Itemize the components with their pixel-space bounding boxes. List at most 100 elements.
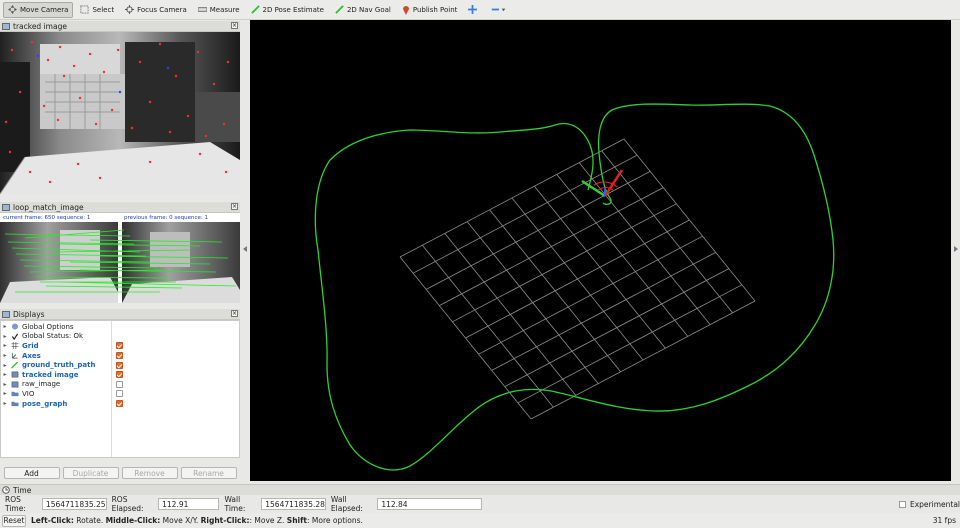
experimental-option[interactable]: Experimental xyxy=(898,499,960,509)
display-checkbox[interactable] xyxy=(116,400,123,408)
display-label: VIO xyxy=(22,389,35,398)
display-row-vio[interactable]: ▸ VIO xyxy=(1,389,239,399)
render-viewport[interactable] xyxy=(250,20,951,481)
display-row-grid[interactable]: ▸ Grid xyxy=(1,341,239,351)
remove-tool-menu[interactable] xyxy=(487,2,514,18)
add-tool-button[interactable] xyxy=(464,2,484,18)
add-button[interactable]: Add xyxy=(3,467,60,479)
move-camera-icon xyxy=(8,5,17,14)
dock-splitter[interactable] xyxy=(240,20,250,482)
wall-time-label: Wall Time: xyxy=(224,495,246,513)
left-dock: tracked image × loop_match_image × curre… xyxy=(0,20,240,482)
grid-line xyxy=(601,150,733,314)
loop-match-previous: previous frame: 0 sequence: 1 xyxy=(124,214,209,221)
rename-button[interactable]: Rename xyxy=(180,467,237,479)
tracked-image-panel-title: tracked image × xyxy=(0,21,240,32)
grid-line xyxy=(478,235,703,355)
display-label: ground_truth_path xyxy=(22,361,96,370)
display-label: raw_image xyxy=(22,380,61,389)
select-label: Select xyxy=(92,5,115,14)
time-row: ROS Time: 1564711835.25 ROS Elapsed: 112… xyxy=(0,495,960,513)
expand-arrow-icon[interactable]: ▸ xyxy=(1,352,9,359)
wall-time-field[interactable]: 1564711835.28 xyxy=(261,498,326,510)
loop-match-current: current frame: 650 sequence: 1 xyxy=(3,214,91,221)
display-row-pose-graph[interactable]: ▸ pose_graph xyxy=(1,399,239,409)
expand-arrow-icon[interactable]: ▸ xyxy=(1,390,9,397)
expand-arrow-icon[interactable]: ▸ xyxy=(1,323,9,330)
display-row-raw-image[interactable]: ▸ raw_image xyxy=(1,380,239,390)
display-label: pose_graph xyxy=(22,399,68,408)
tracked-image-view xyxy=(0,32,240,194)
remove-button[interactable]: Remove xyxy=(121,467,178,479)
grid-line xyxy=(465,219,690,339)
expand-arrow-icon[interactable]: ▸ xyxy=(1,381,9,388)
expand-arrow-icon[interactable]: ▸ xyxy=(1,362,9,369)
right-click-desc: : Move Z. xyxy=(249,516,287,525)
crosshair-icon xyxy=(468,5,478,14)
time-title: Time xyxy=(13,485,32,495)
publish-point-icon xyxy=(402,5,409,15)
focus-camera-label: Focus Camera xyxy=(137,5,187,14)
grid-lines xyxy=(399,138,756,420)
expand-arrow-icon[interactable]: ▸ xyxy=(1,342,9,349)
grid-line xyxy=(578,162,711,325)
duplicate-button[interactable]: Duplicate xyxy=(62,467,119,479)
select-tool[interactable]: Select xyxy=(76,2,118,18)
display-checkbox[interactable] xyxy=(116,371,123,379)
middle-click-hint: Middle-Click: xyxy=(105,516,161,525)
experimental-checkbox[interactable] xyxy=(898,500,906,508)
display-checkbox[interactable] xyxy=(116,380,123,388)
close-icon[interactable]: × xyxy=(231,203,238,210)
expand-arrow-icon[interactable]: ▸ xyxy=(1,400,9,407)
ros-time-label: ROS Time: xyxy=(5,495,26,513)
ros-time-field[interactable]: 1564711835.25 xyxy=(41,498,107,510)
measure-icon xyxy=(197,7,207,12)
display-buttons: Add Duplicate Remove Rename xyxy=(0,464,240,482)
display-row-axes[interactable]: ▸ Axes xyxy=(1,351,239,361)
loop-match-panel-title: loop_match_image × xyxy=(0,202,240,213)
grid-line xyxy=(517,284,743,404)
right-dock-edge[interactable] xyxy=(951,20,960,482)
display-label: Global Options xyxy=(22,322,74,331)
collapse-right-icon[interactable] xyxy=(954,246,958,252)
pose-estimate-tool[interactable]: 2D Pose Estimate xyxy=(247,2,328,18)
reset-button[interactable]: Reset xyxy=(2,514,26,527)
close-icon[interactable]: × xyxy=(231,22,238,29)
display-checkbox[interactable] xyxy=(116,390,123,398)
loop-match-title: loop_match_image xyxy=(13,202,84,212)
loop-match-picture xyxy=(0,222,240,303)
grid-line xyxy=(504,268,729,387)
wall-elapsed-field[interactable]: 112.84 xyxy=(377,498,482,510)
image-icon xyxy=(11,371,19,378)
move-camera-tool[interactable]: Move Camera xyxy=(3,1,74,18)
minus-dropdown-icon xyxy=(492,8,506,12)
display-label: Grid xyxy=(22,341,39,350)
display-row-tracked-image[interactable]: ▸ tracked image xyxy=(1,370,239,380)
measure-tool[interactable]: Measure xyxy=(194,2,244,18)
display-row-global-status[interactable]: ▸ Global Status: Ok xyxy=(1,332,239,342)
expand-arrow-icon[interactable]: ▸ xyxy=(1,333,9,340)
focus-camera-tool[interactable]: Focus Camera xyxy=(121,2,191,18)
publish-point-tool[interactable]: Publish Point xyxy=(398,2,462,18)
nav-goal-tool[interactable]: 2D Nav Goal xyxy=(331,2,395,18)
close-icon[interactable]: × xyxy=(231,310,238,317)
left-click-desc: Rotate. xyxy=(73,516,106,525)
display-checkbox[interactable] xyxy=(116,361,123,369)
collapse-left-icon[interactable] xyxy=(243,246,247,252)
grid-line xyxy=(556,174,689,337)
ros-elapsed-field[interactable]: 112.91 xyxy=(158,498,220,510)
display-label: Global Status: Ok xyxy=(22,332,84,341)
display-row-ground-truth-path[interactable]: ▸ ground_truth_path xyxy=(1,360,239,370)
expand-arrow-icon[interactable]: ▸ xyxy=(1,371,9,378)
select-icon xyxy=(80,5,90,14)
display-row-global-options[interactable]: ▸ Global Options xyxy=(1,322,239,332)
folder-icon xyxy=(11,392,19,397)
check-icon xyxy=(11,333,19,340)
monitor-icon xyxy=(2,310,10,318)
display-checkbox[interactable] xyxy=(116,342,123,350)
display-checkbox[interactable] xyxy=(116,352,123,360)
shift-desc: : More options. xyxy=(306,516,363,525)
experimental-label: Experimental xyxy=(909,499,960,509)
grid-line xyxy=(534,185,666,349)
focus-camera-icon xyxy=(125,5,135,14)
